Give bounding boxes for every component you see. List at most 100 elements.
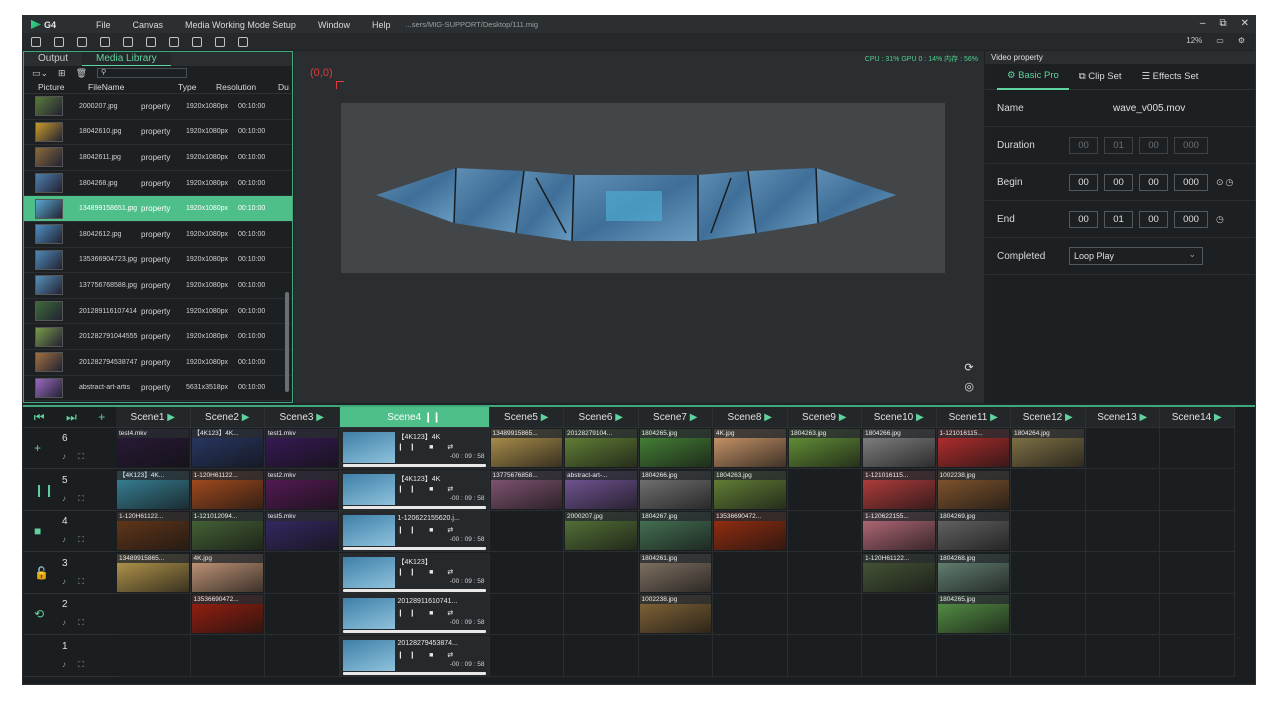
empty-cell[interactable]	[862, 594, 937, 635]
empty-cell[interactable]	[787, 594, 862, 635]
layer-audio-icon[interactable]: ♪ ⛶	[62, 452, 89, 462]
media-clip[interactable]: 1804265.jpg	[936, 594, 1011, 635]
library-row[interactable]: 18042610.jpg property 1920x1080px 00:10:00	[24, 120, 292, 146]
empty-cell[interactable]	[713, 635, 788, 677]
media-clip[interactable]: 1-121012094...	[190, 511, 265, 552]
empty-cell[interactable]	[265, 552, 340, 594]
search-input[interactable]: ⚲	[97, 68, 188, 78]
media-clip[interactable]: 1804269.jpg	[936, 511, 1011, 552]
empty-cell[interactable]	[638, 635, 713, 677]
col-type[interactable]: Type	[178, 82, 216, 92]
media-clip[interactable]: test1.mkv	[265, 428, 340, 469]
empty-cell[interactable]	[1085, 635, 1160, 677]
media-clip[interactable]: 1804263.jpg	[787, 428, 862, 469]
media-clip[interactable]: 1002238.jpg	[638, 594, 713, 635]
open-folder-icon[interactable]	[54, 36, 64, 47]
media-clip[interactable]: 13489915865...	[116, 552, 191, 594]
play-icon[interactable]: ▶	[242, 412, 250, 423]
play-icon[interactable]: ▶	[1214, 412, 1222, 423]
library-type[interactable]: property	[141, 204, 186, 213]
library-row[interactable]: 201289116107414 property 1920x1080px 00:10:…	[24, 299, 292, 325]
empty-cell[interactable]	[1085, 552, 1160, 594]
empty-cell[interactable]	[116, 635, 191, 677]
empty-cell[interactable]	[116, 594, 191, 635]
media-clip[interactable]: 13489915865...	[489, 428, 564, 469]
play-icon[interactable]: ▶	[1065, 412, 1073, 423]
clip-transport-icons[interactable]: ❙❙ ■ ⇄	[398, 568, 460, 576]
empty-cell[interactable]	[713, 594, 788, 635]
canvas-stage[interactable]	[341, 103, 945, 273]
empty-cell[interactable]	[489, 552, 564, 594]
media-clip[interactable]: 1804263.jpg	[713, 469, 788, 511]
library-type[interactable]: property	[141, 281, 186, 290]
loop-icon[interactable]: ⟲	[34, 607, 44, 621]
add-layer-icon[interactable]: +	[34, 441, 41, 455]
library-type[interactable]: property	[141, 255, 186, 264]
clip-transport-icons[interactable]: ❙❙ ■ ⇄	[398, 609, 460, 617]
screen-icon[interactable]	[169, 36, 179, 47]
playing-clip[interactable]: 20128279453874... ❙❙ ■ ⇄ -00 : 09 : 58	[339, 635, 490, 677]
media-clip[interactable]: 4K.jpg	[713, 428, 788, 469]
scene-header-4[interactable]: Scene4 ❙❙	[339, 407, 490, 428]
empty-cell[interactable]	[1160, 552, 1235, 594]
library-type[interactable]: property	[141, 179, 186, 188]
library-row[interactable]: 134899158651.jpg property 1920x1080px 00:10…	[24, 196, 292, 222]
playing-clip[interactable]: 【4K123】4K ❙❙ ■ ⇄ -00 : 09 : 58	[339, 469, 490, 511]
media-clip[interactable]: 1804266.jpg	[862, 428, 937, 469]
empty-cell[interactable]	[265, 635, 340, 677]
fullscreen-icon[interactable]: ▭	[1216, 36, 1224, 45]
clip-transport-icons[interactable]: ❙❙ ■ ⇄	[398, 443, 460, 451]
play-icon[interactable]: ▶	[615, 412, 623, 423]
scene-header-6[interactable]: Scene6 ▶	[564, 407, 639, 428]
delete-icon[interactable]: 🗑	[76, 68, 87, 79]
pause-icon[interactable]: ❙❙	[424, 412, 441, 423]
tab-effects-set[interactable]: ☰ Effects Set	[1132, 64, 1209, 89]
scene-header-3[interactable]: Scene3 ▶	[265, 407, 340, 428]
playing-clip[interactable]: 【4K123】 ❙❙ ■ ⇄ -00 : 09 : 58	[339, 552, 490, 594]
col-picture[interactable]: Picture	[38, 82, 88, 92]
layer-audio-icon[interactable]: ♪ ⛶	[62, 660, 89, 670]
scene-header-7[interactable]: Scene7 ▶	[638, 407, 713, 428]
col-filename[interactable]: FileName	[88, 82, 178, 92]
library-row[interactable]: 137756768588.jpg property 1920x1080px 00:10…	[24, 273, 292, 299]
empty-cell[interactable]	[862, 635, 937, 677]
canvas-view[interactable]: CPU : 31% GPU 0 : 14% 内存 : 56% (0,0) ⟳ ◎	[294, 51, 984, 403]
zoom-level[interactable]: 12%	[1186, 36, 1202, 45]
media-clip[interactable]: 1804264.jpg	[1011, 428, 1086, 469]
media-clip[interactable]: test2.mkv	[265, 469, 340, 511]
tab-clip-set[interactable]: ⧉ Clip Set	[1069, 64, 1132, 89]
play-icon[interactable]: ▶	[990, 412, 998, 423]
media-clip[interactable]: 1-121016115...	[936, 428, 1011, 469]
empty-cell[interactable]	[265, 594, 340, 635]
col-resolution[interactable]: Resolution	[216, 82, 278, 92]
begin-hours[interactable]: 00	[1069, 173, 1098, 191]
layer-audio-icon[interactable]: ♪ ⛶	[62, 535, 89, 545]
library-type[interactable]: property	[141, 153, 186, 162]
empty-cell[interactable]	[1160, 428, 1235, 469]
menu-help[interactable]: Help	[361, 20, 402, 30]
scene-header-1[interactable]: Scene1 ▶	[116, 407, 191, 428]
empty-cell[interactable]	[564, 552, 639, 594]
media-clip[interactable]: 13536690472...	[713, 511, 788, 552]
empty-cell[interactable]	[1160, 594, 1235, 635]
media-clip[interactable]: 1-120H61122...	[190, 469, 265, 511]
library-type[interactable]: property	[141, 332, 186, 341]
media-clip[interactable]: abstract-art-...	[564, 469, 639, 511]
media-clip[interactable]: test5.mkv	[265, 511, 340, 552]
library-type[interactable]: property	[141, 307, 186, 316]
end-ms[interactable]: 000	[1174, 210, 1208, 228]
clip-transport-icons[interactable]: ❙❙ ■ ⇄	[398, 485, 460, 493]
media-clip[interactable]: 1-120H61122...	[862, 552, 937, 594]
begin-clock-icon[interactable]: ◷	[1226, 177, 1234, 188]
begin-ms[interactable]: 000	[1174, 173, 1208, 191]
library-type[interactable]: property	[141, 358, 186, 367]
empty-cell[interactable]	[1011, 511, 1086, 552]
add-scene-icon[interactable]: +	[98, 410, 105, 424]
library-row[interactable]: 1804268.jpg property 1920x1080px 00:10:00	[24, 171, 292, 197]
library-type[interactable]: property	[141, 383, 186, 392]
scene-header-13[interactable]: Scene13 ▶	[1085, 407, 1160, 428]
completed-select[interactable]: Loop Play	[1069, 246, 1203, 265]
capture-icon[interactable]: ◎	[964, 380, 974, 393]
menu-media-working-mode[interactable]: Media Working Mode Setup	[174, 20, 307, 30]
library-row[interactable]: 135366904723.jpg property 1920x1080px 00:10…	[24, 248, 292, 274]
